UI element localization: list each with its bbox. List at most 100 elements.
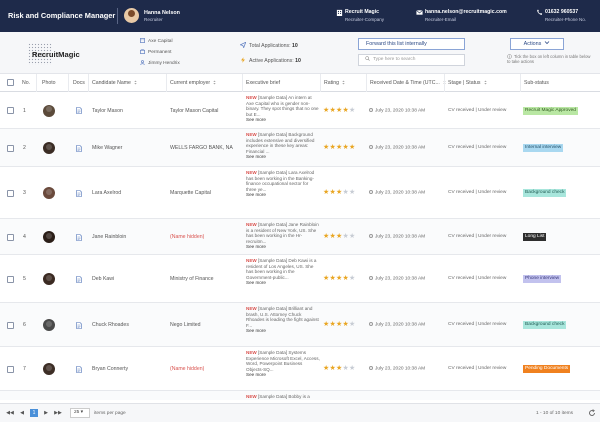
table-row[interactable]: 8Bobby AxelrodAxe CapitalNEW [Sample Dat…	[0, 391, 600, 400]
candidate-photo[interactable]	[43, 104, 55, 117]
document-icon[interactable]	[76, 144, 82, 152]
row-checkbox[interactable]	[7, 233, 14, 241]
table-row[interactable]: 4 Jane Rainbloin (Name hidden) NEW [Sample …	[0, 219, 600, 255]
executive-brief: NEW [Sample Data] Bobby is a billionaire…	[246, 394, 320, 400]
see-more-link[interactable]: See more	[246, 154, 320, 160]
stage-status[interactable]: CV received | Under review	[448, 322, 506, 327]
candidate-photo[interactable]	[43, 319, 55, 331]
col-stage-status[interactable]: Stage | Status	[448, 80, 487, 86]
column-divider	[520, 74, 521, 92]
rating-stars[interactable]: ★★★★★	[323, 189, 355, 196]
row-checkbox[interactable]	[7, 365, 14, 373]
see-more-link[interactable]: See more	[246, 328, 320, 334]
phone-icon	[537, 9, 543, 15]
email-value: hanna.nelson@recruitmagic.com	[425, 9, 507, 15]
current-page[interactable]: 1	[30, 409, 38, 417]
client-row: Axe Capital	[140, 38, 173, 44]
stage-status[interactable]: CV received | Under review	[448, 366, 506, 371]
table-row[interactable]: 6 Chuck Rhoades Nego Limited NEW [Sample Da…	[0, 303, 600, 347]
status-badge[interactable]: Background check	[523, 321, 567, 329]
status-badge[interactable]: Background check	[523, 189, 567, 197]
rating-stars[interactable]: ★★★★★	[323, 144, 355, 151]
brief-text: [Sample Data] Background includes extens…	[246, 132, 315, 154]
candidate-name[interactable]: Mike Wagner	[92, 145, 122, 151]
phone-value: 01632 960537	[545, 9, 579, 15]
col-rating[interactable]: Rating	[324, 80, 345, 86]
current-employer: Taylor Mason Capital	[170, 107, 219, 114]
rating-stars[interactable]: ★★★★★	[323, 275, 355, 282]
see-more-link[interactable]: See more	[246, 280, 320, 286]
brief-text: [Sample Data] Systems Experience Microso…	[246, 350, 320, 372]
candidate-name[interactable]: Bryan Connerty	[92, 366, 128, 372]
candidate-photo[interactable]	[43, 363, 55, 375]
forward-list-button[interactable]: Forward this list internally	[358, 38, 465, 50]
clock-icon	[369, 276, 373, 280]
document-icon[interactable]	[76, 233, 82, 241]
table-row[interactable]: 1 Taylor Mason Taylor Mason Capital NEW [Sa…	[0, 92, 600, 129]
row-checkbox[interactable]	[7, 189, 14, 197]
received-date: July 23, 2020 10:38 AM	[369, 107, 425, 113]
candidate-photo[interactable]	[43, 231, 55, 243]
candidate-photo[interactable]	[43, 273, 55, 285]
table-row[interactable]: 5 Deb Kawi Ministry of Finance NEW [Sample …	[0, 255, 600, 303]
row-checkbox[interactable]	[7, 275, 14, 283]
rating-stars[interactable]: ★★★★★	[323, 107, 355, 114]
avatar[interactable]	[124, 8, 139, 23]
received-date-text: July 23, 2020 10:38 AM	[375, 322, 426, 328]
row-checkbox[interactable]	[7, 107, 14, 114]
table-row[interactable]: 7 Bryan Connerty (Name hidden) NEW [Sample …	[0, 347, 600, 391]
stage-status[interactable]: CV received | Under review	[448, 234, 506, 239]
search-input[interactable]: Type here to search	[358, 54, 465, 66]
candidate-name[interactable]: Jane Rainbloin	[92, 234, 126, 240]
table-row[interactable]: 2 Mike Wagner WELLS FARGO BANK, NA NEW [Sam…	[0, 129, 600, 167]
building-icon	[140, 38, 145, 43]
candidate-name[interactable]: Chuck Rhoades	[92, 322, 129, 328]
candidate-name[interactable]: Deb Kawi	[92, 276, 114, 282]
table-row[interactable]: 3 Lara Axelrod Marquette Capital NEW [Sampl…	[0, 167, 600, 219]
document-icon[interactable]	[76, 321, 82, 329]
rating-stars[interactable]: ★★★★★	[323, 365, 355, 372]
document-icon[interactable]	[76, 275, 82, 283]
col-received[interactable]: Received Date & Time (UTC...	[370, 80, 446, 86]
first-page-button[interactable]: ◀◀	[6, 409, 14, 417]
stage-status[interactable]: CV received | Under review	[448, 145, 506, 150]
candidate-photo[interactable]	[43, 142, 55, 154]
prev-page-button[interactable]: ◀	[18, 409, 26, 417]
see-more-link[interactable]: See more	[246, 372, 320, 378]
refresh-icon[interactable]	[588, 409, 596, 417]
stage-status[interactable]: CV received | Under review	[448, 190, 506, 195]
stage-status[interactable]: CV received | Under review	[448, 108, 506, 113]
status-badge[interactable]: Phone interview	[523, 275, 562, 283]
column-divider	[36, 74, 37, 92]
candidate-photo[interactable]	[43, 187, 55, 199]
row-checkbox[interactable]	[7, 321, 14, 329]
top-bar: Risk and Compliance Manager Hanna Nelson…	[0, 0, 600, 32]
status-badge[interactable]: Long List	[523, 233, 547, 241]
select-all-checkbox[interactable]	[7, 79, 14, 86]
last-page-button[interactable]: ▶▶	[54, 409, 62, 417]
status-badge[interactable]: Internal interview	[523, 144, 564, 152]
stage-status[interactable]: CV received | Under review	[448, 276, 506, 281]
col-candidate-name[interactable]: Candidate Name	[92, 80, 137, 86]
status-badge[interactable]: Pending Documents	[523, 365, 571, 373]
row-checkbox[interactable]	[7, 144, 14, 152]
pagination-bar: ◀◀ ◀ 1 ▶ ▶▶ 25 ▾ items per page 1 - 10 o…	[0, 403, 600, 422]
next-page-button[interactable]: ▶	[42, 409, 50, 417]
candidate-name[interactable]: Taylor Mason	[92, 108, 123, 114]
document-icon[interactable]	[76, 107, 82, 114]
see-more-link[interactable]: See more	[246, 244, 320, 250]
rating-stars[interactable]: ★★★★★	[323, 321, 355, 328]
actions-dropdown[interactable]: Actions	[510, 38, 564, 50]
rating-stars[interactable]: ★★★★★	[323, 233, 355, 240]
document-icon[interactable]	[76, 365, 82, 373]
see-more-link[interactable]: See more	[246, 192, 320, 198]
items-per-page-select[interactable]: 25 ▾	[70, 408, 90, 418]
status-badge[interactable]: Recruit Magic Approved	[523, 106, 578, 115]
candidate-name[interactable]: Lara Axelrod	[92, 190, 121, 196]
col-no[interactable]: No.	[22, 80, 30, 86]
col-current-employer[interactable]: Current employer	[170, 80, 216, 86]
row-number: 1	[23, 107, 26, 114]
see-more-link[interactable]: See more	[246, 117, 320, 123]
received-date-text: July 23, 2020 10:38 AM	[375, 276, 426, 282]
document-icon[interactable]	[76, 189, 82, 197]
